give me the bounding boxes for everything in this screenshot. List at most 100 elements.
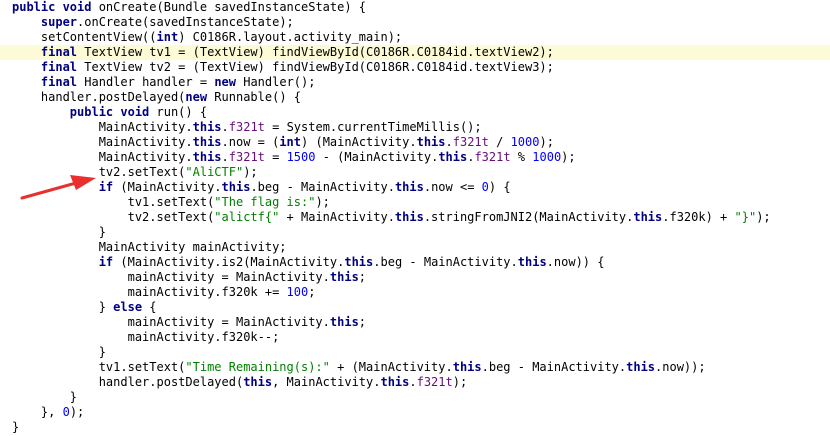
code-token: ); <box>561 150 576 164</box>
code-token: MainActivity. <box>12 120 193 134</box>
code-token: .onCreate(savedInstanceState); <box>77 15 294 29</box>
code-token: 0 <box>62 405 70 419</box>
code-token: } <box>12 390 78 404</box>
code-token: = <box>264 150 287 164</box>
code-token: / <box>488 135 511 149</box>
code-token: this <box>416 135 446 149</box>
code-token: , MainActivity. <box>272 375 381 389</box>
arrow-head <box>70 175 96 190</box>
code-line: MainActivity.this.now = (int) (MainActiv… <box>0 135 830 150</box>
code-line: mainActivity = MainActivity.this; <box>0 270 830 285</box>
code-token: final <box>40 60 85 74</box>
code-token: ); <box>243 165 258 179</box>
code-token: mainActivity = MainActivity. <box>12 315 330 329</box>
code-line: } <box>0 390 830 405</box>
code-token: + (MainActivity. <box>329 360 453 374</box>
code-token: "alictf{" <box>214 210 280 224</box>
code-token: ; <box>308 285 316 299</box>
code-token: this <box>329 315 359 329</box>
code-token: tv2.setText( <box>12 210 215 224</box>
code-line: MainActivity.this.f321t = 1500 - (MainAc… <box>0 150 830 165</box>
code-token: else <box>113 300 150 314</box>
code-token: .now = ( <box>221 135 280 149</box>
code-token: ; <box>358 315 367 329</box>
code-line: } else { <box>0 300 830 315</box>
code-token: if <box>98 255 121 269</box>
code-token: } <box>12 300 114 314</box>
code-token: f321t <box>228 150 265 164</box>
code-token: final <box>40 45 85 59</box>
code-line: handler.postDelayed(this, MainActivity.t… <box>0 375 830 390</box>
code-token: final <box>40 75 85 89</box>
code-token: - (MainActivity. <box>315 150 439 164</box>
code-token: f321t <box>416 375 453 389</box>
code-token: { <box>149 300 157 314</box>
code-line: handler.postDelayed(new Runnable() { <box>0 90 830 105</box>
code-token: = System.currentTimeMillis(); <box>264 120 482 134</box>
code-token: new <box>185 90 215 104</box>
code-token: this <box>380 375 410 389</box>
code-token: "Time Remaining(s):" <box>185 360 330 374</box>
code-token: .beg - MainActivity. <box>250 180 395 194</box>
code-token: .beg - MainActivity. <box>481 360 627 374</box>
code-token: super <box>40 15 78 29</box>
code-line: } <box>0 225 830 240</box>
code-token: this <box>452 360 482 374</box>
code-token: ; <box>358 270 367 284</box>
code-line: if (MainActivity.is2(MainActivity.this.b… <box>0 255 830 270</box>
code-line: setContentView((int) C0186R.layout.activ… <box>0 30 830 45</box>
code-token: "AliCTF" <box>185 165 244 179</box>
code-line: tv2.setText("AliCTF"); <box>0 165 830 180</box>
code-line: final TextView tv2 = (TextView) findView… <box>0 60 830 75</box>
code-line: tv1.setText("The flag is:"); <box>0 195 830 210</box>
code-token: .now <= <box>423 180 482 194</box>
code-token: . <box>409 375 417 389</box>
code-token: mainActivity = MainActivity. <box>12 270 330 284</box>
code-token: ); <box>539 135 554 149</box>
code-token: MainActivity mainActivity; <box>12 240 287 254</box>
code-token: run() { <box>156 105 208 119</box>
code-token: tv1.setText( <box>12 360 186 374</box>
code-line: public void run() { <box>0 105 830 120</box>
code-line: final TextView tv1 = (TextView) findView… <box>0 45 830 60</box>
code-token: ) { <box>488 180 511 194</box>
code-token: "The flag is:" <box>214 195 316 209</box>
code-token: this <box>329 270 359 284</box>
code-token: }, <box>12 405 63 419</box>
code-line: tv2.setText("alictf{" + MainActivity.thi… <box>0 210 830 225</box>
code-editor[interactable]: public void onCreate(Bundle savedInstanc… <box>0 0 830 436</box>
code-line: public void onCreate(Bundle savedInstanc… <box>0 0 830 15</box>
code-token: this <box>394 210 424 224</box>
code-token: this <box>517 255 547 269</box>
code-token: .beg - MainActivity. <box>373 255 518 269</box>
code-line: } <box>0 420 830 435</box>
code-token: int <box>156 30 179 44</box>
code-token: public void <box>12 0 99 14</box>
code-token: 1000 <box>532 150 562 164</box>
code-token: new <box>214 75 244 89</box>
code-token: 100 <box>286 285 309 299</box>
code-token: TextView tv1 = (TextView) findViewById(C… <box>84 45 554 59</box>
code-token: Runnable() { <box>214 90 301 104</box>
code-token: this <box>626 360 656 374</box>
code-line: final Handler handler = new Handler(); <box>0 75 830 90</box>
code-token: ); <box>69 405 85 419</box>
code-token: Handler(); <box>243 75 316 89</box>
code-token: mainActivity.f320k--; <box>12 330 280 344</box>
code-token: handler.postDelayed( <box>12 90 186 104</box>
code-line: MainActivity mainActivity; <box>0 240 830 255</box>
code-token: . <box>221 120 229 134</box>
code-line: tv1.setText("Time Remaining(s):" + (Main… <box>0 360 830 375</box>
code-token: .now)) { <box>546 255 605 269</box>
code-token: . <box>445 135 453 149</box>
code-token: this <box>394 180 424 194</box>
code-token: this <box>192 120 222 134</box>
code-token: } <box>12 345 106 359</box>
code-token: .f320k) + <box>662 210 735 224</box>
